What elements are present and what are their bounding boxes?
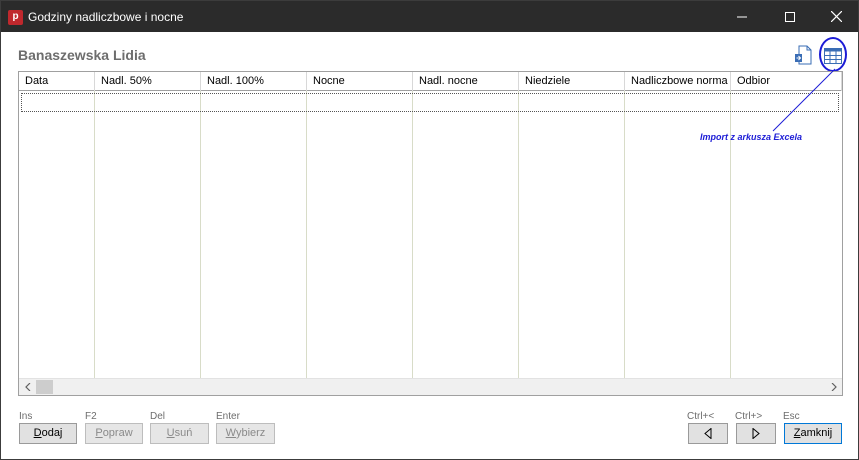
shortcut-label: Ctrl+< xyxy=(687,411,715,422)
highlight-ellipse xyxy=(819,37,847,72)
column-header[interactable]: Nocne xyxy=(307,72,413,91)
scroll-right-button[interactable] xyxy=(825,379,842,395)
accel-key: U xyxy=(166,427,175,439)
chevron-right-icon xyxy=(831,383,837,391)
column-header[interactable]: Nadl. 50% xyxy=(95,72,201,91)
minimize-button[interactable] xyxy=(719,1,765,32)
annotation-label: Import z arkusza Excela xyxy=(700,132,803,142)
dialog-window: p Godziny nadliczbowe i nocne Banaszewsk… xyxy=(0,0,859,460)
maximize-button[interactable] xyxy=(767,1,813,32)
overtime-table[interactable]: Data Nadl. 50% Nadl. 100% Nocne Nadl. no… xyxy=(18,71,843,396)
table-header: Data Nadl. 50% Nadl. 100% Nocne Nadl. no… xyxy=(19,72,842,91)
triangle-left-icon xyxy=(704,428,712,439)
column-header[interactable]: Nadl. 100% xyxy=(201,72,307,91)
close-window-button[interactable] xyxy=(813,1,859,32)
shortcut-label: Esc xyxy=(783,411,800,422)
column-header[interactable]: Data xyxy=(19,72,95,91)
scroll-left-button[interactable] xyxy=(19,379,36,395)
column-divider xyxy=(624,91,625,378)
button-label: amknij xyxy=(800,427,833,439)
column-header[interactable]: Odbior xyxy=(731,72,842,91)
shortcut-label: Ins xyxy=(19,411,33,422)
column-divider xyxy=(200,91,201,378)
column-header[interactable]: Niedziele xyxy=(519,72,625,91)
triangle-right-icon xyxy=(752,428,760,439)
button-label: ybierz xyxy=(235,427,266,439)
close-button[interactable]: Zamknij xyxy=(784,423,842,444)
button-label: odaj xyxy=(41,427,63,439)
shortcut-label: Enter xyxy=(216,411,240,422)
shortcut-label: Del xyxy=(150,411,166,422)
title-bar[interactable]: p Godziny nadliczbowe i nocne xyxy=(1,1,858,32)
document-import-icon[interactable] xyxy=(794,45,812,65)
maximize-icon xyxy=(785,11,795,22)
button-label: opraw xyxy=(102,427,133,439)
table-row[interactable] xyxy=(21,93,839,112)
employee-name: Banaszewska Lidia xyxy=(18,47,146,63)
minimize-icon xyxy=(737,16,747,17)
accel-key: D xyxy=(33,427,42,439)
accel-key: P xyxy=(95,427,103,439)
close-icon xyxy=(830,11,842,22)
delete-button[interactable]: Usuń xyxy=(150,423,209,444)
column-divider xyxy=(518,91,519,378)
previous-button[interactable] xyxy=(688,423,728,444)
add-button[interactable]: Dodaj xyxy=(19,423,77,444)
column-header[interactable]: Nadl. nocne xyxy=(413,72,519,91)
accel-key: W xyxy=(225,427,236,439)
horizontal-scrollbar[interactable] xyxy=(19,378,842,395)
select-button[interactable]: Wybierz xyxy=(216,423,275,444)
shortcut-label: F2 xyxy=(85,411,97,422)
window-title: Godziny nadliczbowe i nocne xyxy=(28,10,184,24)
column-divider xyxy=(306,91,307,378)
column-divider xyxy=(412,91,413,378)
scroll-thumb[interactable] xyxy=(36,380,53,394)
app-icon: p xyxy=(8,10,23,25)
shortcut-label: Ctrl+> xyxy=(735,411,763,422)
chevron-left-icon xyxy=(24,383,30,391)
edit-button[interactable]: Popraw xyxy=(85,423,143,444)
button-label: suń xyxy=(174,427,193,439)
next-button[interactable] xyxy=(736,423,776,444)
column-header[interactable]: Nadliczbowe norma xyxy=(625,72,731,91)
column-divider xyxy=(94,91,95,378)
